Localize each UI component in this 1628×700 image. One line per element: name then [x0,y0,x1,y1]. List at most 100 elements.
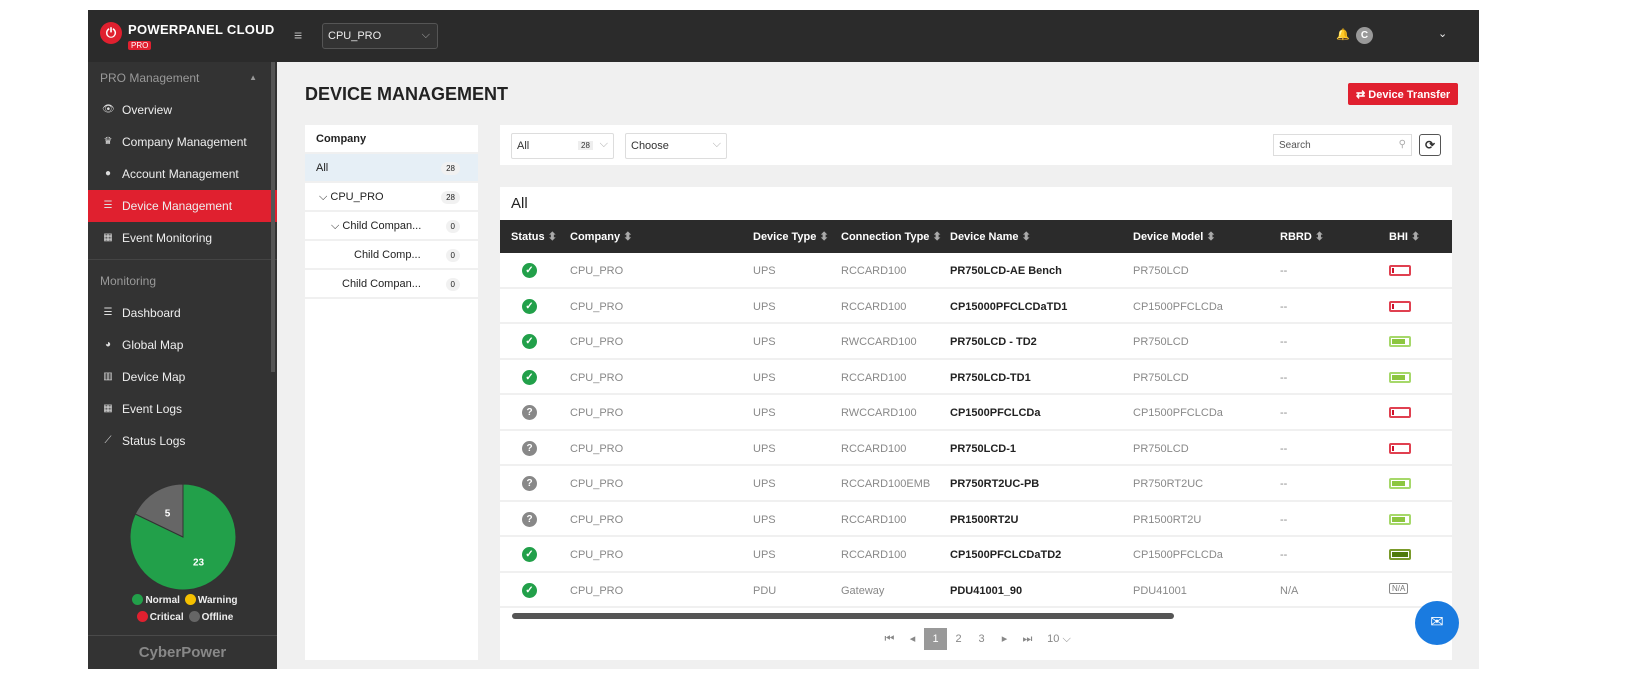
column-header[interactable]: Device Model ⬍ [1133,230,1216,243]
sidebar-item-event-logs[interactable]: ▦ Event Logs [88,393,277,425]
column-header[interactable]: BHI ⬍ [1389,230,1420,243]
tree-item[interactable]: ⌵ Child Compan... 0 [305,212,478,241]
page-1[interactable]: 1 [924,628,947,650]
section-pro-management[interactable]: PRO Management ▲ [88,62,277,94]
search-input[interactable]: Search ⚲ [1273,134,1412,156]
sidebar-item-label: Dashboard [122,306,181,320]
user-menu-chevron-icon[interactable]: ⌄ [1438,27,1447,40]
cell-name[interactable]: PR1500RT2U [950,514,1018,526]
sort-icon: ⬍ [1411,231,1421,243]
choose-filter[interactable]: Choose ⌵ [625,133,727,159]
page-size-select[interactable]: 10 ⌵ [1039,628,1079,650]
sidebar-item-event-monitoring[interactable]: ▦ Event Monitoring [88,222,277,254]
next-page-icon[interactable]: ▸ [993,628,1016,650]
sidebar-item-dashboard[interactable]: ☰ Dashboard [88,297,277,329]
chevron-down-icon: ⌵ [319,191,331,203]
first-page-icon[interactable]: ⏮ [878,628,901,650]
tree-item[interactable]: ⌵ CPU_PRO 28 [305,183,478,212]
column-label: Connection Type [841,231,930,243]
cell-name[interactable]: PR750LCD-TD1 [950,372,1031,384]
device-type-filter[interactable]: All 28 ⌵ [511,133,614,159]
tree-item-label: Child Compan... [342,278,421,290]
section-label: Monitoring [100,274,157,288]
sort-icon: ⬍ [1206,231,1216,243]
cell-name[interactable]: PDU41001_90 [950,585,1022,597]
table-row[interactable]: ✓ CPU_PRO PDU Gateway PDU41001_90 PDU41001 N/A… [500,573,1452,608]
sidebar-item-overview[interactable]: 👁 Overview [88,94,277,126]
grid-icon: ▦ [103,403,113,414]
tree-item-count: 28 [441,191,460,204]
battery-good-icon [1389,513,1411,525]
sidebar-item-status-logs[interactable]: ⟋ Status Logs [88,425,277,457]
battery-na-icon: N/A [1389,582,1409,594]
page-2[interactable]: 2 [947,628,970,650]
status-offline-icon: ? [522,440,537,456]
cell-conn: RCCARD100 [841,442,907,455]
last-page-icon[interactable]: ⏭ [1016,628,1039,650]
sidebar-item-company-management[interactable]: ♛ Company Management [88,126,277,158]
prev-page-icon[interactable]: ◂ [901,628,924,650]
divider [88,259,277,260]
horizontal-scrollbar[interactable] [512,613,1174,619]
globe-icon: ◕ [104,339,112,350]
column-header[interactable]: Company ⬍ [570,230,632,243]
sidebar-item-label: Overview [122,103,173,117]
cell-name[interactable]: CP1500PFCLCDaTD2 [950,549,1061,561]
filter-bar: All 28 ⌵ Choose ⌵ Search ⚲ ⟳ [500,125,1452,165]
sidebar-item-device-map[interactable]: ▥ Device Map [88,361,277,393]
cell-company: CPU_PRO [570,442,624,455]
refresh-button[interactable]: ⟳ [1419,134,1441,156]
device-transfer-button[interactable]: ⇄ Device Transfer [1348,83,1459,105]
sidebar-item-account-management[interactable]: ● Account Management [88,158,277,190]
column-header[interactable]: Device Name ⬍ [950,230,1031,243]
sidebar-scrollbar[interactable] [271,62,275,372]
mail-button[interactable]: ✉ [1415,601,1459,645]
tree-item[interactable]: Child Compan... 0 [305,270,478,299]
table-row[interactable]: ✓ CPU_PRO UPS RCCARD100 CP15000PFCLCDaTD1 CP1… [500,289,1452,324]
cell-name[interactable]: PR750RT2UC-PB [950,478,1039,490]
table-row[interactable]: ? CPU_PRO UPS RCCARD100 PR750LCD-1 PR750LCD -- [500,431,1452,466]
page-size-value: 10 [1047,633,1060,645]
cell-rbrd: -- [1280,478,1288,490]
sidebar-item-device-management[interactable]: ☰ Device Management [88,190,277,222]
sidebar-item-label: Account Management [122,167,239,181]
company-select[interactable]: CPU_PRO ⌵ [322,23,438,49]
cell-type: UPS [753,549,776,561]
table-row[interactable]: ✓ CPU_PRO UPS RCCARD100 PR750LCD-TD1 PR750LCD… [500,360,1452,395]
table-row[interactable]: ✓ CPU_PRO UPS RWCCARD100 PR750LCD - TD2 PR750… [500,324,1452,360]
sidebar-item-label: Event Logs [122,402,183,416]
cell-name[interactable]: CP1500PFCLCDa [950,407,1040,419]
column-header[interactable]: RBRD ⬍ [1280,230,1324,243]
column-header[interactable]: Connection Type ⬍ [841,230,942,243]
cell-conn: RCCARD100 [841,371,907,384]
cell-name[interactable]: PR750LCD-AE Bench [950,265,1062,277]
cell-name[interactable]: PR750LCD - TD2 [950,336,1037,348]
map-icon: ▥ [103,371,113,382]
tree-item[interactable]: All 28 [305,154,478,183]
cell-model: CP1500PFCLCDa [1133,300,1223,313]
cell-name[interactable]: PR750LCD-1 [950,443,1016,455]
table-row[interactable]: ? CPU_PRO UPS RCCARD100EMB PR750RT2UC-PB PR75… [500,466,1452,502]
logo[interactable]: ⏻ POWERPANEL CLOUD PRO [100,22,275,51]
table-row[interactable]: ? CPU_PRO UPS RWCCARD100 CP1500PFCLCDa CP1500… [500,395,1452,431]
cell-rbrd: N/A [1280,584,1299,597]
avatar[interactable]: C [1356,27,1373,44]
cell-conn: RCCARD100 [841,513,907,526]
column-header[interactable]: Status ⬍ [511,230,557,243]
column-header[interactable]: Device Type ⬍ [753,230,829,243]
tree-item[interactable]: Child Comp... 0 [305,241,478,270]
cell-model: CP1500PFCLCDa [1133,549,1223,561]
user-icon: ● [104,168,112,179]
sidebar-item-global-map[interactable]: ◕ Global Map [88,329,277,361]
page-3[interactable]: 3 [970,628,993,650]
cell-rbrd: -- [1280,407,1288,419]
table-row[interactable]: ✓ CPU_PRO UPS RCCARD100 CP1500PFCLCDaTD2 CP15… [500,537,1452,573]
battery-good-icon [1389,371,1411,383]
bell-icon[interactable]: 🔔 [1336,28,1350,41]
table-row[interactable]: ✓ CPU_PRO UPS RCCARD100 PR750LCD-AE Bench PR7… [500,253,1452,289]
table-icon: ☰ [103,307,113,318]
cell-model: PR750LCD [1133,336,1189,348]
cell-name[interactable]: CP15000PFCLCDaTD1 [950,301,1067,313]
hamburger-icon[interactable]: ≡ [294,27,302,43]
table-row[interactable]: ? CPU_PRO UPS RCCARD100 PR1500RT2U PR1500RT2U… [500,502,1452,537]
